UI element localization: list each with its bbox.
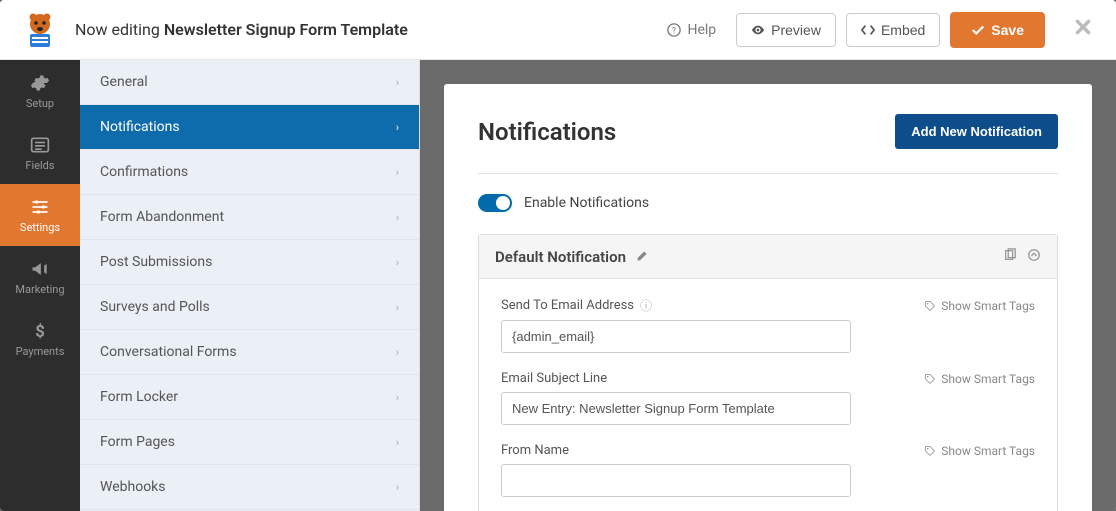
- rail-item-payments[interactable]: $ Payments: [0, 308, 80, 370]
- chevron-right-icon: ›: [396, 121, 399, 134]
- smart-tags-link[interactable]: Show Smart Tags: [924, 299, 1035, 313]
- chevron-right-icon: ›: [396, 436, 399, 449]
- sidebar-item-surveys[interactable]: Surveys and Polls›: [80, 285, 419, 330]
- edit-icon[interactable]: [636, 247, 649, 266]
- from-name-label: From Name: [501, 443, 569, 458]
- embed-button[interactable]: Embed: [846, 13, 940, 47]
- divider: [478, 173, 1058, 174]
- send-to-label: Send To Email Address ⓘ: [501, 297, 652, 314]
- tag-icon: [924, 445, 936, 457]
- svg-text:$: $: [35, 322, 45, 340]
- sliders-icon: [30, 197, 50, 217]
- enable-notifications-toggle[interactable]: [478, 194, 512, 212]
- dollar-icon: $: [30, 321, 50, 341]
- tag-icon: [924, 300, 936, 312]
- settings-sidebar: General› Notifications› Confirmations› F…: [80, 60, 420, 511]
- list-icon: [30, 135, 50, 155]
- notification-card: Default Notification Send To Email Ad: [478, 234, 1058, 511]
- subject-label: Email Subject Line: [501, 371, 607, 386]
- chevron-right-icon: ›: [396, 481, 399, 494]
- save-button[interactable]: Save: [950, 12, 1045, 48]
- tag-icon: [924, 373, 936, 385]
- rail-item-settings[interactable]: Settings: [0, 184, 80, 246]
- chevron-right-icon: ›: [396, 76, 399, 89]
- gear-icon: [30, 73, 50, 93]
- help-link[interactable]: ? Help: [657, 16, 726, 44]
- sidebar-item-form-abandonment[interactable]: Form Abandonment›: [80, 195, 419, 240]
- nav-rail: Setup Fields Settings Marketing $ Paymen…: [0, 60, 80, 511]
- subject-input[interactable]: [501, 392, 851, 425]
- eye-icon: [751, 23, 765, 37]
- sidebar-item-webhooks[interactable]: Webhooks›: [80, 465, 419, 510]
- smart-tags-link[interactable]: Show Smart Tags: [924, 444, 1035, 458]
- notification-card-header: Default Notification: [479, 235, 1057, 279]
- chevron-right-icon: ›: [396, 256, 399, 269]
- rail-item-marketing[interactable]: Marketing: [0, 246, 80, 308]
- add-notification-button[interactable]: Add New Notification: [895, 114, 1058, 149]
- notification-title: Default Notification: [495, 248, 626, 266]
- app-logo: [20, 10, 60, 50]
- chevron-right-icon: ›: [396, 301, 399, 314]
- smart-tags-link[interactable]: Show Smart Tags: [924, 372, 1035, 386]
- duplicate-icon[interactable]: [1003, 248, 1017, 266]
- preview-button[interactable]: Preview: [736, 13, 836, 47]
- rail-item-fields[interactable]: Fields: [0, 122, 80, 184]
- panel-title: Notifications: [478, 118, 616, 146]
- chevron-right-icon: ›: [396, 166, 399, 179]
- help-icon: ?: [667, 23, 681, 37]
- top-bar: Now editing Newsletter Signup Form Templ…: [0, 0, 1116, 60]
- check-icon: [971, 23, 985, 37]
- megaphone-icon: [30, 259, 50, 279]
- rail-item-setup[interactable]: Setup: [0, 60, 80, 122]
- sidebar-item-post-submissions[interactable]: Post Submissions›: [80, 240, 419, 285]
- sidebar-item-general[interactable]: General›: [80, 60, 419, 105]
- chevron-right-icon: ›: [396, 211, 399, 224]
- code-icon: [861, 23, 875, 37]
- collapse-icon[interactable]: [1027, 248, 1041, 266]
- sidebar-item-conversational[interactable]: Conversational Forms›: [80, 330, 419, 375]
- sidebar-item-form-locker[interactable]: Form Locker›: [80, 375, 419, 420]
- close-icon: [1074, 18, 1092, 36]
- enable-notifications-label: Enable Notifications: [524, 195, 649, 211]
- sidebar-item-form-pages[interactable]: Form Pages›: [80, 420, 419, 465]
- svg-text:?: ?: [672, 26, 676, 36]
- send-to-input[interactable]: [501, 320, 851, 353]
- help-icon[interactable]: ⓘ: [640, 297, 652, 314]
- editing-label: Now editing Newsletter Signup Form Templ…: [75, 20, 408, 39]
- from-name-input[interactable]: [501, 464, 851, 497]
- close-button[interactable]: [1070, 13, 1096, 46]
- sidebar-item-confirmations[interactable]: Confirmations›: [80, 150, 419, 195]
- form-name: Newsletter Signup Form Template: [164, 20, 408, 39]
- notifications-panel: Notifications Add New Notification Enabl…: [444, 84, 1092, 511]
- chevron-right-icon: ›: [396, 346, 399, 359]
- main-area: Notifications Add New Notification Enabl…: [420, 60, 1116, 511]
- chevron-right-icon: ›: [396, 391, 399, 404]
- sidebar-item-notifications[interactable]: Notifications›: [80, 105, 419, 150]
